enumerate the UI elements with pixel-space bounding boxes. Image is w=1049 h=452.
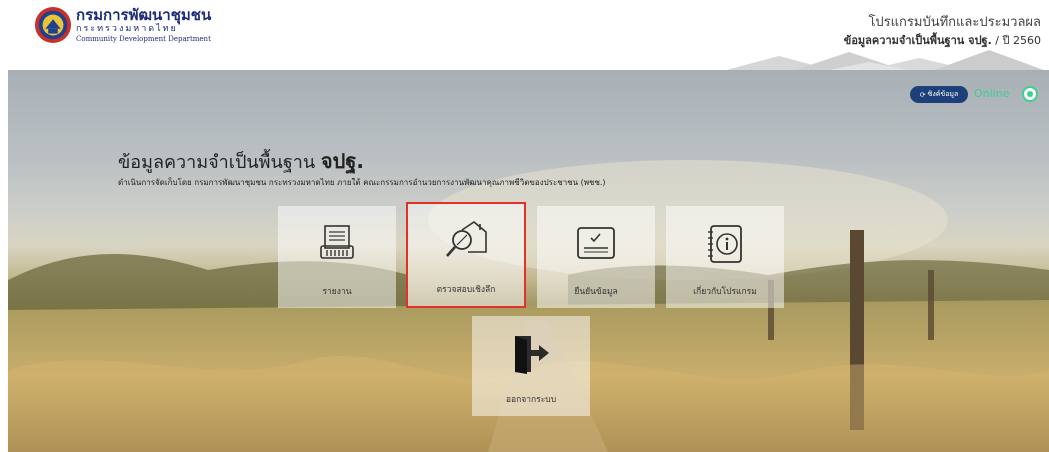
tile-deep-inspection[interactable]: ตรวจสอบเชิงลึก (406, 202, 526, 308)
sync-data-button[interactable]: ⟳ ซิงค์ข้อมูล (910, 86, 968, 103)
tile-deep-inspection-label: ตรวจสอบเชิงลึก (436, 285, 496, 295)
department-brand[interactable]: กรมการพัฒนาชุมชน กระทรวงมหาดไทย Communit… (34, 6, 211, 44)
logout-door-icon (515, 336, 549, 374)
department-name-th: กรมการพัฒนาชุมชน (76, 5, 212, 24)
department-logo-icon (34, 6, 72, 44)
tile-report[interactable]: รายงาน (278, 206, 396, 308)
tile-about-program-label: เกี่ยวกับโปรแกรม (693, 287, 757, 297)
page-title-bold: จปฐ. (320, 149, 364, 173)
roof-decoration (726, 50, 1044, 70)
tile-logout[interactable]: ออกจากระบบ (472, 316, 590, 416)
program-subtitle-bold: ข้อมูลความจำเป็นพื้นฐาน จปฐ. (843, 34, 992, 47)
sync-data-label: ซิงค์ข้อมูล (927, 90, 959, 98)
refresh-icon: ⟳ (919, 90, 926, 99)
header: กรมการพัฒนาชุมชน กระทรวงมหาดไทย Communit… (0, 0, 1049, 70)
tile-logout-label: ออกจากระบบ (505, 395, 557, 405)
program-year: / ปี 2560 (991, 34, 1041, 47)
tile-confirm-data-label: ยืนยันข้อมูล (574, 287, 618, 297)
house-search-icon (446, 221, 487, 257)
online-status-label: Online (974, 87, 1010, 100)
department-name-en: Community Development Department (76, 34, 211, 43)
program-info: โปรแกรมบันทึกและประมวลผล ข้อมูลความจำเป็… (844, 14, 1041, 50)
tile-about-program[interactable]: เกี่ยวกับโปรแกรม (666, 206, 784, 308)
hero-banner: ⟳ ซิงค์ข้อมูล Online ข้อมูลความจำเป็นพื้… (8, 70, 1049, 452)
page-title: ข้อมูลความจำเป็นพื้นฐาน จปฐ. (118, 145, 364, 177)
report-icon (320, 225, 354, 259)
page-subtitle: ดำเนินการจัดเก็บโดย กรมการพัฒนาชุมชน กระ… (118, 178, 606, 187)
sign-confirm-icon (577, 227, 615, 259)
online-indicator-icon (1022, 86, 1038, 102)
ministry-name: กระทรวงมหาดไทย (76, 23, 178, 34)
info-icon (708, 225, 742, 263)
tile-report-label: รายงาน (322, 287, 352, 297)
page-title-prefix: ข้อมูลความจำเป็นพื้นฐาน (118, 152, 321, 173)
program-title: โปรแกรมบันทึกและประมวลผล (868, 15, 1041, 30)
tile-confirm-data[interactable]: ยืนยันข้อมูล (537, 206, 655, 308)
